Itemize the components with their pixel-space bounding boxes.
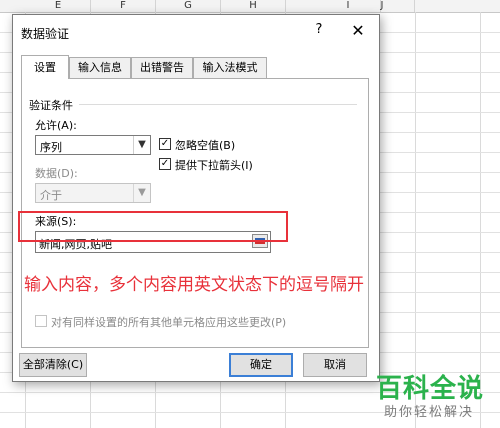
data-validation-dialog: 数据验证 ? ✕ 设置 输入信息 出错警告 输入法模式 验证条件 允许(A): … <box>12 14 380 382</box>
tab-settings[interactable]: 设置 <box>21 55 69 79</box>
ok-button[interactable]: 确定 <box>229 353 293 377</box>
allow-select-value: 序列 <box>40 141 62 154</box>
cancel-button[interactable]: 取消 <box>303 353 367 377</box>
annotation-text: 输入内容，多个内容用英文状态下的逗号隔开 <box>24 275 364 295</box>
column-header-row: E F G H I J <box>0 0 500 13</box>
column-header-h[interactable]: H <box>221 0 286 12</box>
column-header-j[interactable]: J <box>350 0 415 12</box>
divider <box>79 104 357 105</box>
grid-line <box>415 12 416 428</box>
data-label: 数据(D): <box>35 167 78 180</box>
tab-ime-mode[interactable]: 输入法模式 <box>193 57 267 78</box>
apply-all-checkbox <box>35 315 47 327</box>
watermark-logo: 百科全说 <box>376 374 485 404</box>
apply-all-label: 对有同样设置的所有其他单元格应用这些更改(P) <box>51 316 287 329</box>
in-cell-dropdown-checkbox[interactable]: ✓ <box>159 158 171 170</box>
allow-select[interactable]: 序列 ▼ <box>35 135 151 155</box>
grid-line <box>480 12 481 428</box>
dialog-title: 数据验证 <box>21 27 70 41</box>
ignore-blank-label: 忽略空值(B) <box>175 139 236 152</box>
ignore-blank-checkbox[interactable]: ✓ <box>159 138 171 150</box>
help-icon[interactable]: ? <box>311 22 327 38</box>
data-select: 介于 ▼ <box>35 183 151 203</box>
allow-label: 允许(A): <box>35 119 77 132</box>
tab-input-message[interactable]: 输入信息 <box>69 57 131 78</box>
in-cell-dropdown-label: 提供下拉箭头(I) <box>175 159 253 172</box>
data-select-value: 介于 <box>40 189 62 202</box>
column-header-f[interactable]: F <box>91 0 156 12</box>
collapse-dialog-icon-bar <box>255 242 265 244</box>
chevron-down-icon: ▼ <box>133 184 150 202</box>
column-header-e[interactable]: E <box>26 0 91 12</box>
close-icon[interactable]: ✕ <box>349 21 367 40</box>
column-header-g[interactable]: G <box>156 0 221 12</box>
tab-error-alert[interactable]: 出错警告 <box>131 57 193 78</box>
source-highlight-box <box>18 211 288 242</box>
watermark-subtitle: 助你轻松解决 <box>384 405 475 420</box>
clear-all-button[interactable]: 全部清除(C) <box>19 353 87 377</box>
validation-criteria-heading: 验证条件 <box>29 99 73 112</box>
chevron-down-icon: ▼ <box>133 136 150 154</box>
